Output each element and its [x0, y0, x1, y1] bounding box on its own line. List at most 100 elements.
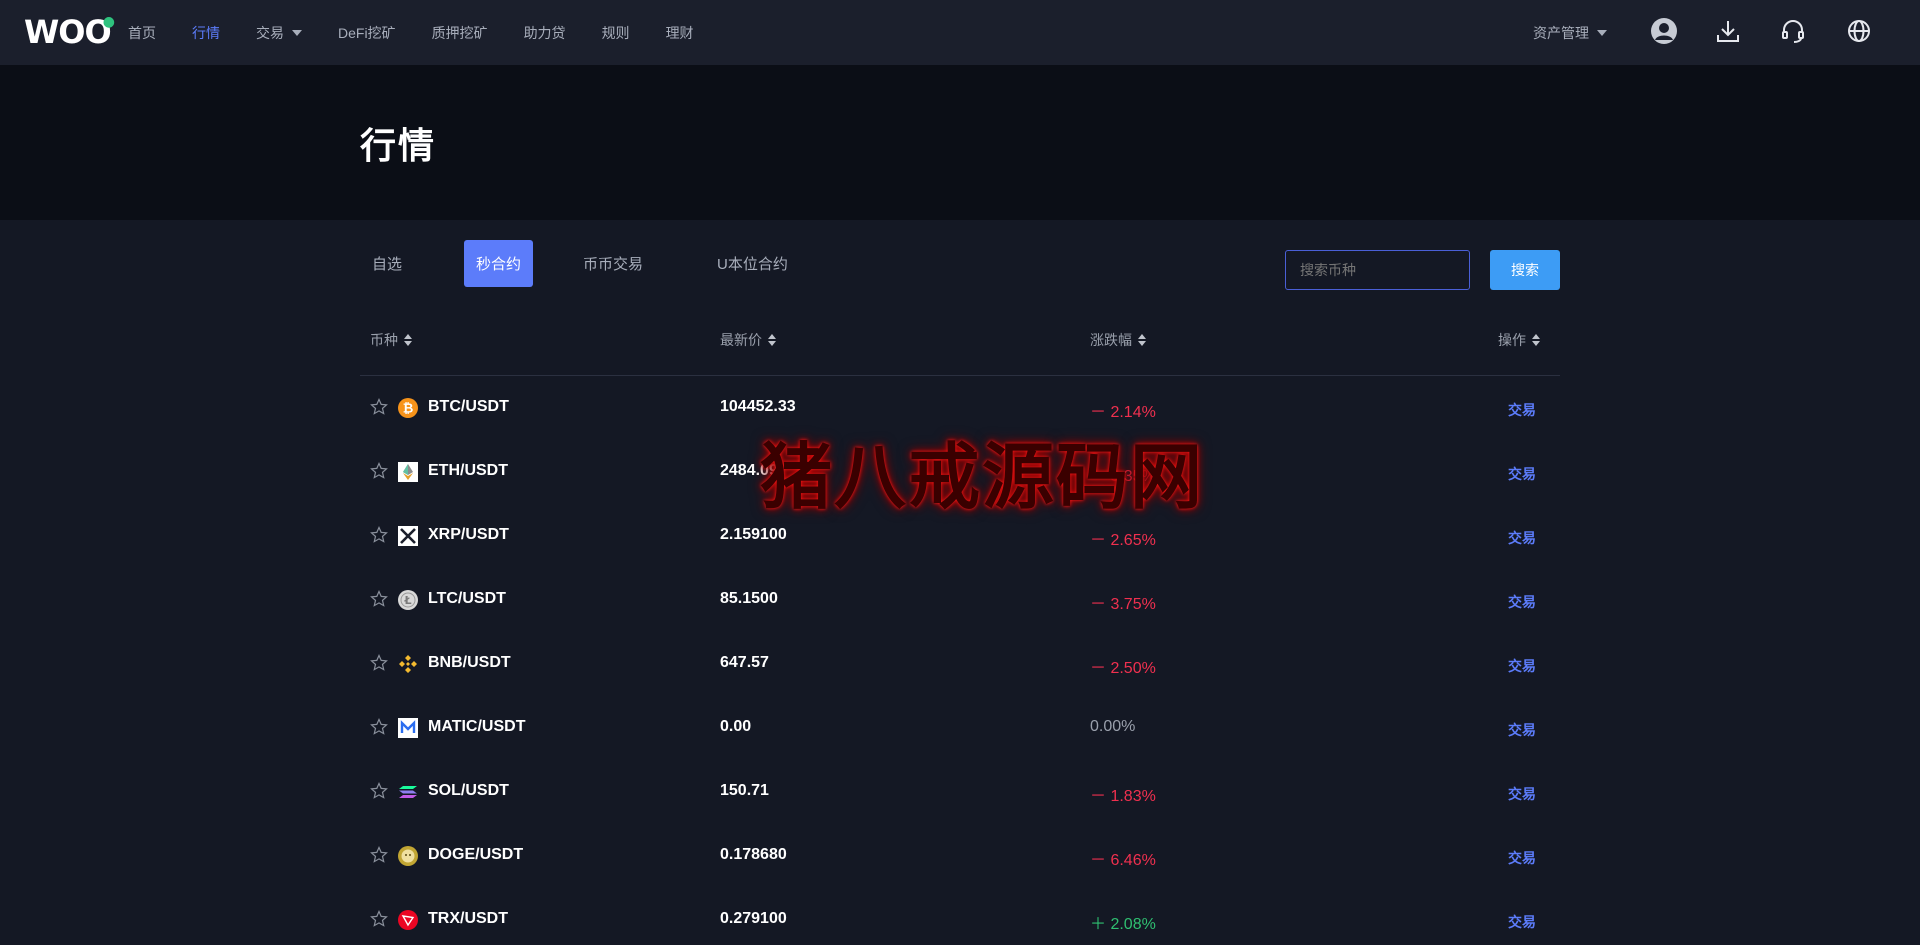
nav-item-market[interactable]: 行情: [192, 23, 220, 43]
change-percent: 0.00%: [1090, 718, 1136, 735]
column-header-change[interactable]: 涨跌幅: [1090, 330, 1146, 350]
sort-icon: [768, 334, 776, 346]
search-input[interactable]: [1285, 250, 1470, 290]
trade-link[interactable]: 交易: [1508, 400, 1536, 420]
change-percent: ＋ 2.08%: [1090, 916, 1156, 933]
nav-label: 规则: [601, 24, 630, 41]
svg-text:₿: ₿: [403, 402, 414, 417]
pair-name: TRX/USDT: [428, 910, 508, 927]
pair-name: MATIC/USDT: [428, 718, 526, 735]
favorite-star-icon[interactable]: [370, 590, 388, 608]
nav-label: 助力贷: [523, 24, 566, 41]
tab-favorites[interactable]: 自选: [372, 240, 402, 287]
last-price: 2.159100: [720, 526, 787, 543]
favorite-star-icon[interactable]: [370, 526, 388, 544]
headset-icon[interactable]: [1778, 16, 1808, 46]
last-price: 85.1500: [720, 590, 778, 607]
nav-item-trade[interactable]: 交易: [256, 23, 302, 43]
change-percent: － 3.75%: [1090, 596, 1156, 613]
favorite-star-icon[interactable]: [370, 910, 388, 928]
last-price: 647.57: [720, 654, 769, 671]
nav-item-rules[interactable]: 规则: [602, 23, 630, 43]
user-icon[interactable]: [1649, 16, 1679, 46]
trade-link[interactable]: 交易: [1508, 464, 1536, 484]
logo-text: WOO: [24, 13, 112, 51]
trade-link[interactable]: 交易: [1508, 528, 1536, 548]
nav-item-defi-mining[interactable]: DeFi挖矿: [338, 23, 396, 43]
asset-management-label: 资产管理: [1533, 24, 1589, 41]
nav-label: 行情: [192, 24, 220, 41]
nav-item-staking-mining[interactable]: 质押挖矿: [432, 23, 488, 43]
change-percent: － 1.83%: [1090, 788, 1156, 805]
pair-name: BNB/USDT: [428, 654, 511, 671]
favorite-star-icon[interactable]: [370, 782, 388, 800]
nav-label: DeFi挖矿: [338, 24, 396, 41]
favorite-star-icon[interactable]: [370, 654, 388, 672]
table-row[interactable]: Ł LTC/USDT 85.1500 － 3.75% 交易: [360, 568, 1560, 632]
nav-item-loan[interactable]: 助力贷: [524, 23, 566, 43]
nav-label: 交易: [256, 24, 284, 41]
favorite-star-icon[interactable]: [370, 846, 388, 864]
page-header-band: [0, 65, 1920, 220]
column-label: 最新价: [720, 332, 762, 348]
nav-item-finance[interactable]: 理财: [666, 23, 694, 43]
change-percent: － 3.35%: [1090, 468, 1156, 485]
sort-icon: [1532, 334, 1540, 346]
column-header-coin[interactable]: 币种: [370, 330, 412, 350]
tab-second-contract[interactable]: 秒合约: [464, 240, 534, 287]
table-row[interactable]: DOGE/USDT 0.178680 － 6.46% 交易: [360, 824, 1560, 888]
table-row[interactable]: TRX/USDT 0.279100 ＋ 2.08% 交易: [360, 888, 1560, 945]
favorite-star-icon[interactable]: [370, 462, 388, 480]
matic-icon: [398, 718, 418, 738]
last-price: 0.279100: [720, 910, 787, 927]
change-percent: － 2.65%: [1090, 532, 1156, 549]
trade-link[interactable]: 交易: [1508, 656, 1536, 676]
bitcoin-icon: ₿: [398, 398, 418, 418]
caret-down-icon: [292, 29, 302, 36]
market-table-body: ₿ BTC/USDT 104452.33 － 2.14% 交易 ETH/USDT…: [360, 376, 1560, 945]
sort-icon: [1138, 334, 1146, 346]
search-button[interactable]: 搜索: [1490, 250, 1560, 290]
column-header-price[interactable]: 最新价: [720, 330, 776, 350]
table-row[interactable]: ₿ BTC/USDT 104452.33 － 2.14% 交易: [360, 376, 1560, 440]
globe-icon[interactable]: [1844, 16, 1874, 46]
nav-item-home[interactable]: 首页: [128, 23, 156, 43]
favorite-star-icon[interactable]: [370, 398, 388, 416]
tab-spot-trading[interactable]: 币币交易: [583, 240, 643, 287]
table-row[interactable]: SOL/USDT 150.71 － 1.83% 交易: [360, 760, 1560, 824]
xrp-icon: [398, 526, 418, 546]
trade-link[interactable]: 交易: [1508, 784, 1536, 804]
trade-link[interactable]: 交易: [1508, 912, 1536, 932]
litecoin-icon: Ł: [398, 590, 418, 610]
change-percent: － 2.14%: [1090, 404, 1156, 421]
pair-name: BTC/USDT: [428, 398, 509, 415]
table-row[interactable]: XRP/USDT 2.159100 － 2.65% 交易: [360, 504, 1560, 568]
nav-label: 理财: [665, 24, 694, 41]
last-price: 0.178680: [720, 846, 787, 863]
download-icon[interactable]: [1713, 16, 1743, 46]
svg-text:Ł: Ł: [403, 594, 411, 607]
table-row[interactable]: BNB/USDT 647.57 － 2.50% 交易: [360, 632, 1560, 696]
sort-icon: [404, 334, 412, 346]
trade-link[interactable]: 交易: [1508, 592, 1536, 612]
table-row[interactable]: ETH/USDT 2484.09 － 3.35% 交易: [360, 440, 1560, 504]
caret-down-icon: [1597, 29, 1607, 36]
favorite-star-icon[interactable]: [370, 718, 388, 736]
asset-management-menu[interactable]: 资产管理: [1533, 0, 1607, 65]
main-nav: 首页 行情 交易 DeFi挖矿 质押挖矿 助力贷 规则 理财: [128, 0, 730, 65]
pair-name: ETH/USDT: [428, 462, 508, 479]
change-percent: － 2.50%: [1090, 660, 1156, 677]
last-price: 104452.33: [720, 398, 796, 415]
nav-label: 首页: [128, 24, 156, 41]
trade-link[interactable]: 交易: [1508, 720, 1536, 740]
brand-logo[interactable]: WOO ●: [24, 13, 115, 51]
table-row[interactable]: MATIC/USDT 0.00 0.00% 交易: [360, 696, 1560, 760]
trade-link[interactable]: 交易: [1508, 848, 1536, 868]
change-percent: － 6.46%: [1090, 852, 1156, 869]
column-header-action[interactable]: 操作: [1498, 330, 1540, 350]
bnb-icon: [398, 654, 418, 674]
column-label: 币种: [370, 332, 398, 348]
last-price: 0.00: [720, 718, 752, 735]
tab-usdt-futures[interactable]: U本位合约: [717, 240, 788, 287]
column-label: 操作: [1498, 332, 1526, 348]
